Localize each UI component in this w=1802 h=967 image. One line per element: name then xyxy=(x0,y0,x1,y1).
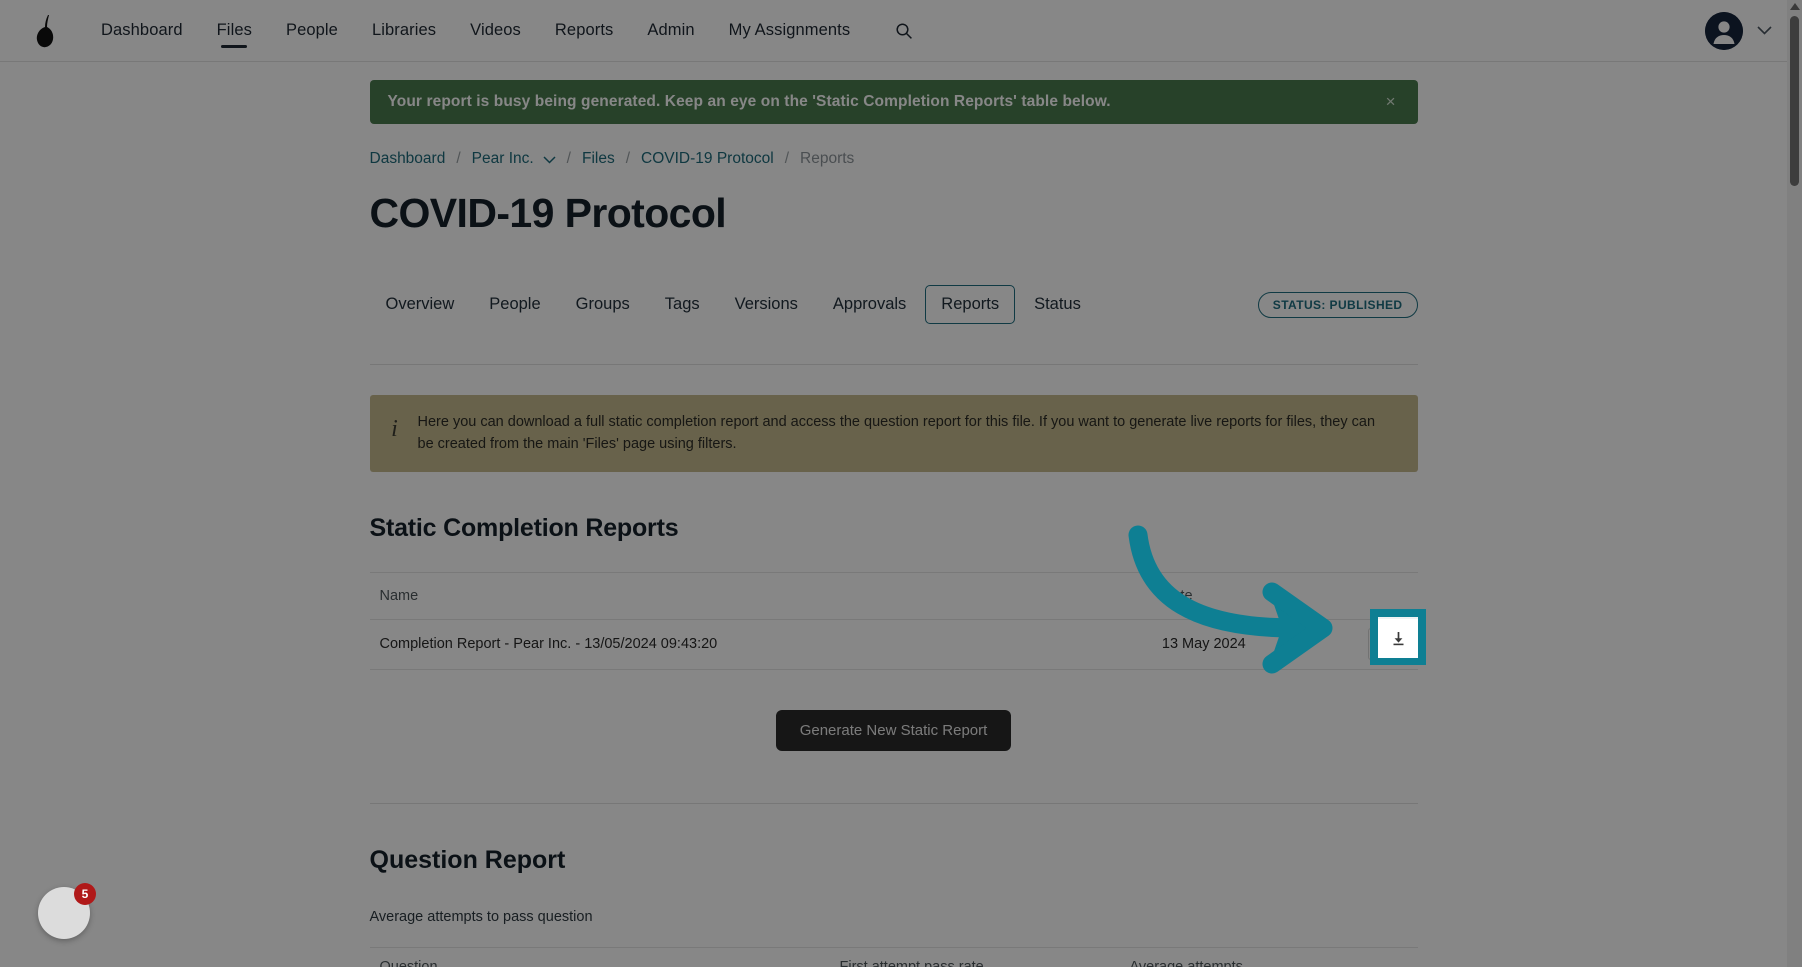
breadcrumb-item-reports: Reports xyxy=(800,150,855,167)
nav-label: Dashboard xyxy=(101,21,183,39)
column-header-average-attempts: Average attempts xyxy=(1130,959,1310,967)
scroll-up-arrow-icon[interactable] xyxy=(1790,3,1800,10)
tab-label: Versions xyxy=(734,295,798,313)
tab-label: People xyxy=(489,295,541,313)
column-header-date: Date xyxy=(1161,587,1193,604)
breadcrumb-separator: / xyxy=(456,150,461,167)
tab-label: Groups xyxy=(575,295,630,313)
generate-report-wrap: Generate New Static Report xyxy=(370,709,1418,751)
nav-label: People xyxy=(285,21,338,39)
nav-item-people[interactable]: People xyxy=(269,0,355,62)
nav-label: Admin xyxy=(647,21,695,39)
chat-badge: 5 xyxy=(74,883,96,905)
report-name: Completion Report - Pear Inc. - 13/05/20… xyxy=(379,636,718,653)
vertical-scrollbar[interactable] xyxy=(1787,0,1802,967)
breadcrumb-separator: / xyxy=(784,150,790,167)
section-divider xyxy=(369,364,1418,365)
status-badge: STATUS: PUBLISHED xyxy=(1257,291,1418,318)
breadcrumb: Dashboard / Pear Inc. / Files / COVID-19… xyxy=(370,150,1418,168)
pear-logo-icon xyxy=(36,14,54,47)
top-navbar: Dashboard Files People Libraries Videos … xyxy=(0,0,1802,62)
chat-widget[interactable]: 5 xyxy=(38,883,96,939)
app-page: Dashboard Files People Libraries Videos … xyxy=(0,0,1802,967)
nav-item-my-assignments[interactable]: My Assignments xyxy=(712,0,868,62)
breadcrumb-item-pear-inc[interactable]: Pear Inc. xyxy=(472,150,534,168)
download-report-button-highlighted[interactable] xyxy=(1378,616,1418,658)
tab-status[interactable]: Status xyxy=(1018,285,1097,324)
column-header-first-attempt: First attempt pass rate xyxy=(840,959,1130,967)
tab-tags[interactable]: Tags xyxy=(649,285,716,324)
tab-reports[interactable]: Reports xyxy=(925,285,1016,324)
breadcrumb-item-files[interactable]: Files xyxy=(582,150,615,168)
brand-logo[interactable] xyxy=(8,13,84,49)
avatar[interactable] xyxy=(1705,11,1743,50)
generate-new-static-report-button[interactable]: Generate New Static Report xyxy=(775,709,1012,751)
alert-banner: Your report is busy being generated. Kee… xyxy=(369,80,1418,124)
info-notice-text: Here you can download a full static comp… xyxy=(417,414,1376,453)
breadcrumb-separator: / xyxy=(566,150,571,167)
tab-approvals[interactable]: Approvals xyxy=(817,285,922,324)
tab-overview[interactable]: Overview xyxy=(370,285,471,324)
nav-item-files[interactable]: Files xyxy=(200,0,269,62)
tab-groups[interactable]: Groups xyxy=(560,285,646,324)
nav-label: Libraries xyxy=(371,21,437,39)
nav-item-videos[interactable]: Videos xyxy=(453,0,538,62)
tab-label: Overview xyxy=(385,295,455,313)
chevron-down-glyph xyxy=(1757,26,1772,35)
breadcrumb-item-dashboard[interactable]: Dashboard xyxy=(370,150,446,168)
page-title: COVID-19 Protocol xyxy=(369,190,727,236)
tabs: Overview People Groups Tags Versions App… xyxy=(370,285,1097,324)
breadcrumb-chevron-down-icon[interactable] xyxy=(543,153,556,167)
nav-item-libraries[interactable]: Libraries xyxy=(355,0,453,62)
scrollbar-thumb[interactable] xyxy=(1790,16,1799,186)
tab-label: Status xyxy=(1034,295,1081,313)
user-avatar-icon xyxy=(1705,11,1743,50)
static-reports-heading: Static Completion Reports xyxy=(369,513,679,542)
question-report-divider xyxy=(369,802,1418,804)
info-icon: i xyxy=(391,416,398,442)
nav-label: My Assignments xyxy=(728,21,851,39)
close-icon[interactable]: × xyxy=(1382,92,1400,112)
breadcrumb-item-covid-19-protocol[interactable]: COVID-19 Protocol xyxy=(641,150,774,168)
table-row: Completion Report - Pear Inc. - 13/05/20… xyxy=(369,620,1418,670)
table-header-row: Name Date xyxy=(369,571,1418,620)
tab-label: Tags xyxy=(664,295,700,313)
nav-item-dashboard[interactable]: Dashboard xyxy=(84,0,200,62)
content-container: Dashboard / Pear Inc. / Files / COVID-19… xyxy=(369,124,1418,967)
info-notice: i Here you can download a full static co… xyxy=(369,395,1418,472)
question-report-heading: Question Report xyxy=(369,845,566,874)
download-icon xyxy=(1393,631,1403,645)
nav-label: Videos xyxy=(470,21,521,39)
nav-label: Reports xyxy=(554,21,614,39)
nav-item-reports[interactable]: Reports xyxy=(538,0,630,62)
column-header-question: Question xyxy=(380,959,840,967)
static-reports-table: Name Date Completion Report - Pear Inc. … xyxy=(369,571,1418,670)
main-content: Your report is busy being generated. Kee… xyxy=(0,62,1787,967)
tab-label: Approvals xyxy=(832,295,907,313)
breadcrumb-separator: / xyxy=(625,150,631,167)
download-button-highlight[interactable] xyxy=(1370,609,1426,665)
question-report-subtitle: Average attempts to pass question xyxy=(369,908,593,925)
nav-item-admin[interactable]: Admin xyxy=(630,0,711,62)
alert-message: Your report is busy being generated. Kee… xyxy=(387,93,1111,110)
report-date: 13 May 2024 xyxy=(1161,636,1246,653)
tab-versions[interactable]: Versions xyxy=(719,285,814,324)
search-icon xyxy=(896,22,913,39)
nav-label: Files xyxy=(216,21,252,39)
search-button[interactable] xyxy=(889,16,919,46)
chevron-down-icon[interactable] xyxy=(1757,22,1772,39)
question-report-table-header: Question First attempt pass rate Average… xyxy=(369,946,1418,967)
nav-items: Dashboard Files People Libraries Videos … xyxy=(84,0,919,62)
tab-people[interactable]: People xyxy=(473,285,556,324)
column-header-name: Name xyxy=(379,587,419,604)
tabs-row: Overview People Groups Tags Versions App… xyxy=(370,285,1418,324)
tab-label: Reports xyxy=(941,295,1000,313)
chevron-down-glyph xyxy=(543,156,556,164)
